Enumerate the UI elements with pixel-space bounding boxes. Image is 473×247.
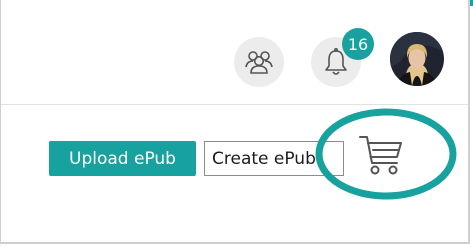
user-avatar[interactable] [390, 32, 444, 86]
groups-button[interactable] [234, 37, 284, 87]
group-icon [245, 51, 273, 74]
notification-count-badge: 16 [342, 28, 374, 60]
page-frame: 16 Upload ePub Create ePub [0, 0, 470, 244]
upload-epub-button[interactable]: Upload ePub [49, 141, 196, 176]
cart-highlight-ring [315, 108, 457, 200]
avatar-image [390, 32, 444, 86]
